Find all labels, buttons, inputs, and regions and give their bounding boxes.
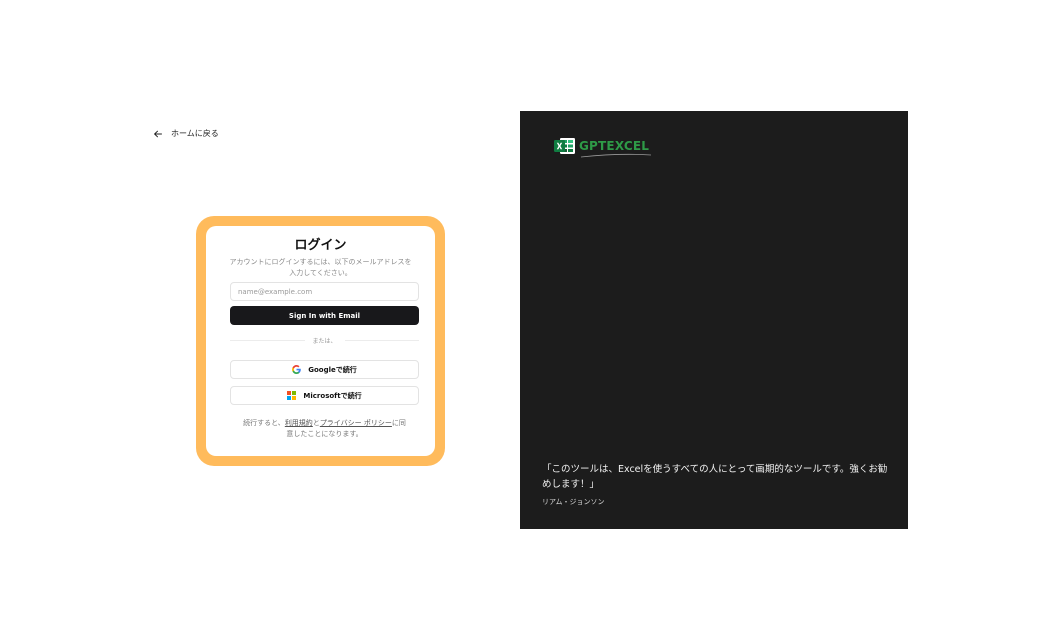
login-card: ログイン アカウントにログインするには、以下のメールアドレスを入力してください。… <box>206 226 435 456</box>
testimonial-author: リアム・ジョンソン <box>542 498 605 506</box>
privacy-policy-link[interactable]: プライバシー ポリシー <box>320 419 392 427</box>
google-signin-button[interactable]: Googleで続行 <box>230 360 419 379</box>
sign-in-with-email-button[interactable]: Sign In with Email <box>230 306 419 325</box>
terms-prefix: 続行すると、 <box>243 419 285 427</box>
terms-notice: 続行すると、利用規約とプライバシー ポリシーに同意したことになります。 <box>242 418 407 440</box>
brand-name: GPTEXCEL <box>579 139 652 158</box>
testimonial-panel: GPTEXCEL 「このツールは、Excelを使うすべての人にとって画期的なツー… <box>520 111 908 529</box>
divider-line-right <box>344 340 420 341</box>
login-title: ログイン <box>294 238 347 253</box>
brand-logo: GPTEXCEL <box>554 137 652 158</box>
email-input[interactable] <box>230 282 419 301</box>
terms-and: と <box>312 419 320 427</box>
divider-line-left <box>230 340 305 341</box>
login-card-highlight: ログイン アカウントにログインするには、以下のメールアドレスを入力してください。… <box>196 216 445 466</box>
terms-of-service-link[interactable]: 利用規約 <box>285 419 313 427</box>
back-link-label: ホームに戻る <box>171 129 219 138</box>
microsoft-signin-button[interactable]: Microsoftで続行 <box>230 386 419 405</box>
google-icon <box>292 365 302 374</box>
divider-label: または、 <box>312 338 337 345</box>
arrow-left-icon <box>154 130 162 137</box>
back-to-home-link[interactable]: ホームに戻る <box>153 128 219 139</box>
login-subtitle: アカウントにログインするには、以下のメールアドレスを入力してください。 <box>229 258 412 277</box>
microsoft-icon <box>287 391 297 400</box>
testimonial-quote: 「このツールは、Excelを使うすべての人にとって画期的なツールです。強くお勧め… <box>542 464 888 490</box>
excel-icon <box>554 138 575 154</box>
microsoft-button-label: Microsoftで続行 <box>303 391 362 400</box>
google-button-label: Googleで続行 <box>308 365 357 374</box>
brand-underline-swoosh <box>580 153 652 158</box>
or-divider: または、 <box>230 336 420 345</box>
